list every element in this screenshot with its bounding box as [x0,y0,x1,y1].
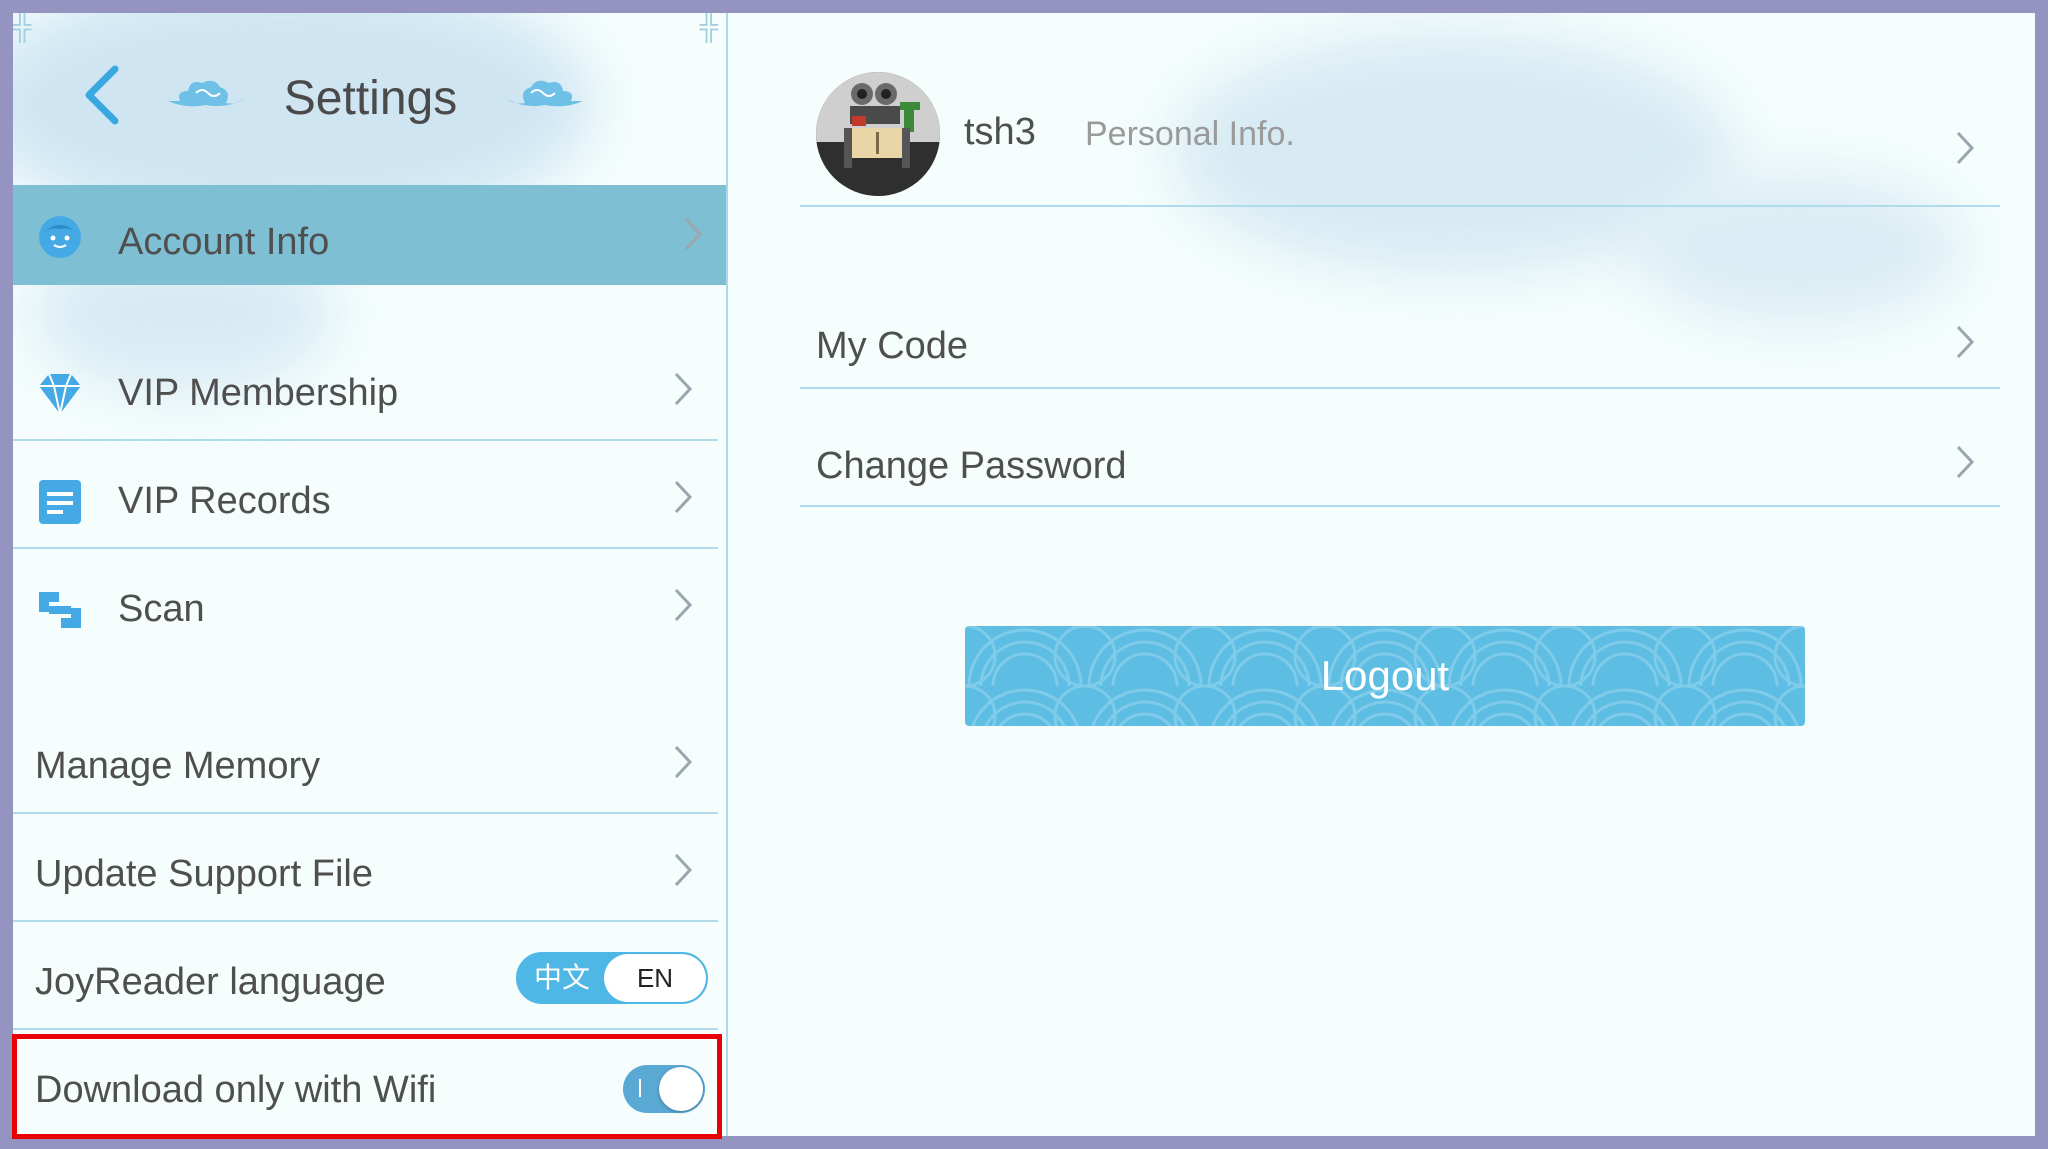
chevron-right-icon [674,372,693,406]
menu-item-scan[interactable]: Scan [13,550,718,657]
chevron-right-icon [684,217,703,251]
language-toggle[interactable]: 中文 EN [516,952,708,1004]
personal-info-row[interactable]: tsh3 Personal Info. [800,13,2000,207]
chevron-right-icon [1956,131,1975,165]
logout-button[interactable]: Logout [965,626,1805,726]
account-panel: tsh3 Personal Info. My Code Change Passw… [730,13,2035,1136]
menu-item-label: VIP Membership [118,372,399,414]
menu-item-account-info[interactable]: Account Info [13,185,726,285]
chevron-right-icon [674,853,693,887]
language-option-english[interactable]: EN [604,954,706,1002]
switch-on-mark [639,1079,641,1097]
menu-item-label: VIP Records [118,480,331,522]
personal-info-link: Personal Info. [1085,115,1295,153]
my-code-row[interactable]: My Code [800,207,2000,389]
menu-item-manage-memory[interactable]: Manage Memory [13,707,718,814]
wifi-only-switch[interactable] [623,1065,705,1113]
cloud-ornament-icon [507,80,583,107]
menu-item-label: Account Info [118,221,330,263]
menu-item-label: JoyReader language [35,961,386,1003]
menu-item-label: Download only with Wifi [35,1069,437,1111]
menu-item-update-support-file[interactable]: Update Support File [13,815,718,922]
menu-item-label: Scan [118,588,205,630]
chevron-right-icon [674,745,693,779]
avatar [816,72,940,196]
chevron-right-icon [1956,445,1975,479]
chevron-right-icon [1956,325,1975,359]
app-window: ╬ ╬ Settings Account Info VIP Membership… [13,13,2035,1136]
page-title: Settings [283,72,458,125]
language-option-chinese[interactable]: 中文 [518,954,606,1002]
document-icon [39,480,81,524]
diamond-icon [39,373,81,415]
logout-label: Logout [1320,652,1450,699]
change-password-row[interactable]: Change Password [800,389,2000,507]
menu-item-vip-records[interactable]: VIP Records [13,442,718,549]
robot-avatar-icon [816,72,940,196]
chevron-right-icon [674,588,693,622]
settings-panel: ╬ ╬ Settings Account Info VIP Membership… [13,13,728,1136]
menu-item-vip-membership[interactable]: VIP Membership [13,334,718,441]
my-code-label: My Code [816,325,969,367]
face-icon [39,216,81,258]
switch-knob [659,1067,703,1111]
change-password-label: Change Password [816,445,1127,487]
username: tsh3 [964,111,1036,153]
settings-header: Settings [13,13,726,173]
menu-item-label: Manage Memory [35,745,321,787]
chevron-right-icon [674,480,693,514]
menu-item-label: Update Support File [35,853,373,895]
menu-item-download-wifi: Download only with Wifi [13,1031,718,1136]
scan-icon [39,592,81,628]
menu-item-language: JoyReader language 中文 EN [13,923,718,1030]
